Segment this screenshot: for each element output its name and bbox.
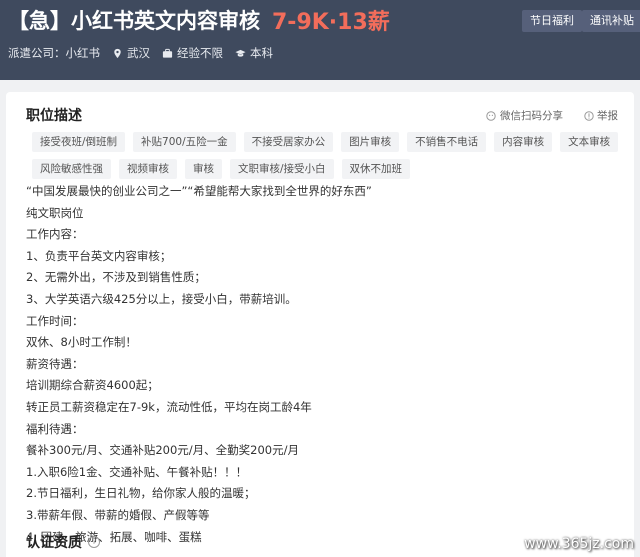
job-tag: 内容审核 <box>494 132 553 152</box>
job-header: 【急】小红书英文内容审核 7-9K·13薪 节日福利 通讯补贴 派遣公司：小红书… <box>0 0 640 80</box>
description-line: “中国发展最快的创业公司之一”“希望能帮大家找到全世界的好东西” <box>26 184 372 198</box>
graduation-cap-icon <box>235 49 246 57</box>
description-line: 双休、8小时工作制！ <box>26 335 137 350</box>
description-line: 2.节日福利，生日礼物，给你家人般的温暖； <box>26 486 256 501</box>
info-icon[interactable]: i <box>88 536 100 548</box>
salary: 7-9K·13薪 <box>272 10 390 35</box>
wechat-icon <box>486 110 496 121</box>
description-line: 3、大学英语六级425分以上，接受小白，带薪培训。 <box>26 291 297 306</box>
report-button[interactable]: 举报 <box>584 108 618 123</box>
job-tag: 审核 <box>185 159 222 179</box>
report-label: 举报 <box>597 110 618 122</box>
job-tag: 补贴700/五险一金 <box>133 132 236 152</box>
job-tag: 风险敏感性强 <box>32 159 111 179</box>
description-line: 3.带薪年假、带薪的婚假、产假等等 <box>26 507 210 522</box>
description-line: 工作时间： <box>26 313 84 328</box>
job-tag: 接受夜班/倒班制 <box>32 132 126 152</box>
share-label: 微信扫码分享 <box>500 110 563 122</box>
education-label: 本科 <box>250 46 273 60</box>
experience: 经验不限 <box>162 45 223 61</box>
job-description-card: 职位描述 微信扫码分享 举报 接受夜班/倒班制 补贴700/五险一金 不接受居家办公… <box>6 92 634 557</box>
certification-section: 认证资质 i <box>26 532 100 552</box>
tag-row: 风险敏感性强 视频审核 审核 文职审核/接受小白 双休不加班 <box>32 159 612 179</box>
location-label: 武汉 <box>127 46 150 60</box>
education: 本科 <box>235 45 273 61</box>
location: 武汉 <box>112 45 150 61</box>
description-line: 培训期综合薪资4600起； <box>26 378 159 393</box>
job-title: 【急】小红书英文内容审核 <box>8 9 260 33</box>
job-tag: 文本审核 <box>560 132 619 152</box>
certification-title: 认证资质 <box>26 535 82 551</box>
description-line: 1.入职6险1金、交通补贴、午餐补贴！！！ <box>26 464 248 479</box>
location-pin-icon <box>114 48 121 58</box>
description-line: 餐补300元/月、交通补贴200元/月、全勤奖200元/月 <box>26 443 299 458</box>
section-title: 职位描述 <box>26 108 82 124</box>
job-meta: 派遣公司：小红书 武汉 经验不限 本科 <box>8 44 273 62</box>
tag-row: 接受夜班/倒班制 补贴700/五险一金 不接受居家办公 图片审核 不销售不电话 内容审核文… <box>32 132 619 152</box>
company-label: 派遣公司：小红书 <box>8 46 100 60</box>
experience-label: 经验不限 <box>177 46 223 60</box>
description-line: 薪资待遇： <box>26 356 84 371</box>
header-tag-phone-subsidy: 通讯补贴 <box>582 10 640 32</box>
description-line: 福利待遇： <box>26 421 84 436</box>
briefcase-icon <box>162 48 173 58</box>
job-tags: 接受夜班/倒班制 补贴700/五险一金 不接受居家办公 图片审核 不销售不电话 内容审核文… <box>32 132 619 186</box>
watermark: www.365jz.com <box>524 536 634 552</box>
description-line: 2、无需外出，不涉及到销售性质； <box>26 270 206 285</box>
job-tag: 不接受居家办公 <box>243 132 334 152</box>
job-tag: 图片审核 <box>341 132 400 152</box>
description-line: 工作内容： <box>26 227 84 242</box>
job-tag: 文职审核/接受小白 <box>230 159 334 179</box>
job-tag: 视频审核 <box>119 159 177 179</box>
description-line: 纯文职岗位 <box>26 205 84 220</box>
description-line: 转正员工薪资稳定在7-9k，流动性低，平均在岗工龄4年 <box>26 399 312 414</box>
warning-icon <box>584 110 594 121</box>
wechat-share-button[interactable]: 微信扫码分享 <box>486 108 563 123</box>
description-line: 1、负责平台英文内容审核； <box>26 248 172 263</box>
header-tag-festival-benefit: 节日福利 <box>522 10 582 32</box>
job-description-text: “中国发展最快的创业公司之一”“希望能帮大家找到全世界的好东西” 纯文职岗位工作内… <box>26 181 616 548</box>
job-tag: 双休不加班 <box>341 159 411 179</box>
company: 派遣公司：小红书 <box>8 45 100 61</box>
job-tag: 不销售不电话 <box>407 132 487 152</box>
